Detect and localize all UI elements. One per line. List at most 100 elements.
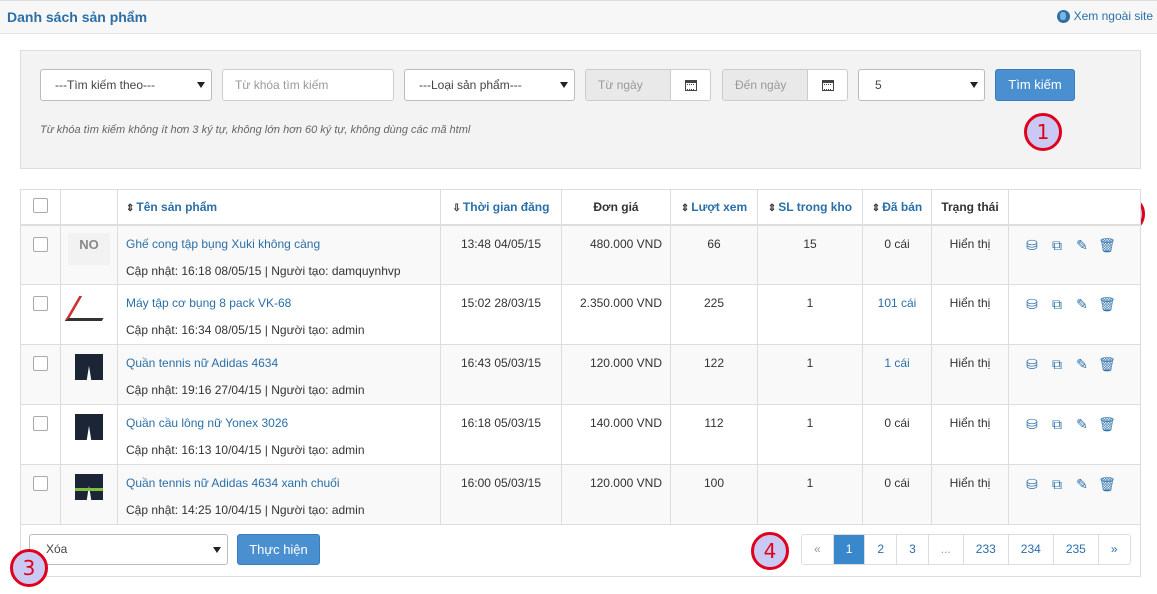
stock-boxes-icon[interactable]: ⛁ [1023, 296, 1041, 314]
to-date-field[interactable]: Đến ngày [722, 69, 848, 101]
apply-bulk-button[interactable]: Thực hiện [237, 534, 320, 565]
caret-down-icon [970, 82, 978, 88]
table-row: Máy tập cơ bụng 8 pack VK-68 Cập nhật: 16… [20, 284, 1141, 345]
product-name-link[interactable]: Ghế cong tập bụng Xuki không càng [118, 237, 320, 251]
sold-link[interactable]: 101 cái [862, 284, 932, 345]
product-thumbnail: NO [68, 232, 110, 265]
row-checkbox[interactable] [33, 356, 48, 371]
stock-boxes-icon[interactable]: ⛁ [1023, 356, 1041, 374]
col-posted[interactable]: ⇩ Thời gian đăng [440, 189, 562, 226]
product-meta: Cập nhật: 16:13 10/04/15 | Người tạo: ad… [126, 443, 365, 457]
to-date-picker-button[interactable] [807, 70, 847, 100]
status: Hiển thị [931, 464, 1009, 525]
edit-icon[interactable]: ✎ [1073, 416, 1091, 434]
copy-icon[interactable]: ⧉ [1048, 296, 1066, 314]
price: 480.000 VND [561, 224, 671, 285]
product-meta: Cập nhật: 19:16 27/04/15 | Người tạo: ad… [126, 383, 365, 397]
view-site-link[interactable]: Xem ngoài site [1056, 9, 1153, 23]
row-checkbox[interactable] [33, 236, 48, 252]
stock-boxes-icon[interactable]: ⛁ [1023, 476, 1041, 494]
row-checkbox[interactable] [33, 296, 48, 311]
product-name-link[interactable]: Máy tập cơ bụng 8 pack VK-68 [118, 296, 291, 310]
page-234[interactable]: 234 [1008, 535, 1054, 564]
trash-icon[interactable]: 🗑 [1098, 296, 1116, 314]
product-thumbnail [68, 472, 110, 504]
product-name-link[interactable]: Quần cầu lông nữ Yonex 3026 [118, 416, 288, 430]
status: Hiển thị [931, 284, 1009, 345]
page-title: Danh sách sản phẩm [7, 9, 148, 25]
posted-time: 16:43 05/03/15 [440, 344, 562, 405]
page-size-select[interactable]: 5 [858, 69, 985, 101]
search-by-select[interactable]: ---Tìm kiếm theo--- [40, 69, 212, 101]
views: 225 [670, 284, 758, 345]
views: 122 [670, 344, 758, 405]
product-name-link[interactable]: Quần tennis nữ Adidas 4634 [118, 356, 278, 370]
page-2[interactable]: 2 [865, 535, 898, 564]
caret-down-icon [560, 82, 568, 88]
page-233[interactable]: 233 [963, 535, 1009, 564]
views: 100 [670, 464, 758, 525]
stock-boxes-icon[interactable]: ⛁ [1023, 237, 1041, 255]
from-date-picker-button[interactable] [670, 70, 710, 100]
thumb-header [60, 189, 118, 226]
row-checkbox[interactable] [33, 416, 48, 431]
page-235[interactable]: 235 [1053, 535, 1099, 564]
table-row: Quần cầu lông nữ Yonex 3026 Cập nhật: 16:… [20, 404, 1141, 465]
trash-icon[interactable]: 🗑 [1098, 356, 1116, 374]
sort-desc-icon: ⇩ [452, 202, 461, 214]
product-table: ⇕ Tên sản phẩm ⇩ Thời gian đăng Đơn giá ⇕ L… [20, 189, 1141, 525]
views: 112 [670, 404, 758, 465]
page-3[interactable]: 3 [897, 535, 929, 564]
col-sold[interactable]: ⇕ Đã bán [862, 189, 932, 226]
edit-icon[interactable]: ✎ [1073, 237, 1091, 255]
copy-icon[interactable]: ⧉ [1048, 416, 1066, 434]
category-select[interactable]: ---Loại sản phẩm--- [404, 69, 575, 101]
stock-boxes-icon[interactable]: ⛁ [1023, 416, 1041, 434]
product-meta: Cập nhật: 16:34 08/05/15 | Người tạo: ad… [126, 323, 365, 337]
search-button[interactable]: Tìm kiếm [995, 69, 1075, 101]
sold: 0 cái [862, 464, 932, 525]
pagination: « 1 2 3 ... 233 234 235 » [801, 534, 1131, 565]
edit-icon[interactable]: ✎ [1073, 476, 1091, 494]
search-hint: Từ khóa tìm kiếm không ít hơn 3 ký tự, k… [40, 124, 471, 136]
select-all-checkbox[interactable] [33, 197, 48, 213]
category-value: ---Loại sản phẩm--- [419, 78, 522, 92]
table-row: NO Ghế cong tập bụng Xuki không càng Cập … [20, 224, 1141, 285]
bulk-action-select[interactable]: Xóa [29, 534, 228, 565]
search-panel [20, 50, 1141, 169]
edit-icon[interactable]: ✎ [1073, 296, 1091, 314]
row-checkbox[interactable] [33, 476, 48, 491]
product-thumbnail [68, 352, 110, 384]
product-name-link[interactable]: Quần tennis nữ Adidas 4634 xanh chuối [118, 476, 340, 490]
posted-time: 16:00 05/03/15 [440, 464, 562, 525]
keyword-input[interactable]: Từ khóa tìm kiếm [222, 69, 394, 101]
sold: 0 cái [862, 224, 932, 285]
copy-icon[interactable]: ⧉ [1048, 237, 1066, 255]
col-stock[interactable]: ⇕ SL trong kho [757, 189, 863, 226]
trash-icon[interactable]: 🗑 [1098, 416, 1116, 434]
price: 140.000 VND [561, 404, 671, 465]
sort-icon: ⇕ [871, 202, 881, 214]
product-meta: Cập nhật: 16:18 08/05/15 | Người tạo: da… [126, 263, 401, 278]
copy-icon[interactable]: ⧉ [1048, 356, 1066, 374]
table-row: Quần tennis nữ Adidas 4634 Cập nhật: 19:1… [20, 344, 1141, 405]
marker-1: 1 [1024, 113, 1062, 151]
page-next[interactable]: » [1098, 535, 1130, 564]
status: Hiển thị [931, 224, 1009, 285]
page-ellipsis: ... [928, 535, 964, 564]
edit-icon[interactable]: ✎ [1073, 356, 1091, 374]
page-1[interactable]: 1 [833, 535, 866, 564]
sold-link[interactable]: 1 cái [862, 344, 932, 405]
bulk-action-value: Xóa [46, 542, 68, 556]
to-date-input[interactable]: Đến ngày [723, 70, 807, 100]
page-prev[interactable]: « [802, 535, 834, 564]
trash-icon[interactable]: 🗑 [1098, 237, 1116, 255]
col-views[interactable]: ⇕ Lượt xem [670, 189, 758, 226]
from-date-field[interactable]: Từ ngày [585, 69, 711, 101]
price: 120.000 VND [561, 344, 671, 405]
trash-icon[interactable]: 🗑 [1098, 476, 1116, 494]
copy-icon[interactable]: ⧉ [1048, 476, 1066, 494]
from-date-input[interactable]: Từ ngày [586, 70, 670, 100]
posted-time: 13:48 04/05/15 [440, 224, 562, 285]
col-name[interactable]: ⇕ Tên sản phẩm [117, 189, 441, 226]
